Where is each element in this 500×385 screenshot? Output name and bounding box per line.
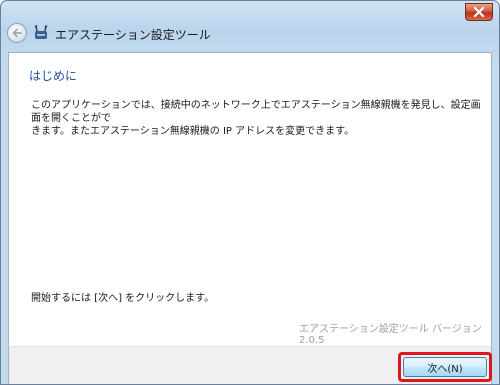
window-title: エアステーション設定ツール bbox=[55, 28, 211, 42]
description-text: このアプリケーションでは、接続中のネットワーク上でエアステーション無線親機を発見… bbox=[31, 99, 487, 138]
close-icon bbox=[473, 7, 485, 17]
next-button[interactable]: 次へ(N) bbox=[403, 357, 487, 377]
page-heading: はじめに bbox=[29, 69, 78, 83]
back-button[interactable] bbox=[7, 23, 27, 43]
close-button[interactable] bbox=[465, 3, 493, 21]
description-line-1: このアプリケーションでは、接続中のネットワーク上でエアステーション無線親機を発見… bbox=[31, 100, 481, 124]
title-bar: エアステーション設定ツール bbox=[1, 21, 499, 51]
router-app-icon bbox=[34, 25, 48, 39]
description-line-2: きます。またエアステーション無線親機の IP アドレスを変更できます。 bbox=[31, 126, 355, 137]
version-text: エアステーション設定ツール バージョン 2.0.5 bbox=[299, 324, 482, 346]
app-window: エアステーション設定ツール はじめに このアプリケーションでは、接続中のネットワ… bbox=[0, 0, 500, 385]
instruction-text: 開始するには [次へ] をクリックします。 bbox=[31, 293, 215, 304]
back-arrow-icon bbox=[12, 28, 22, 38]
